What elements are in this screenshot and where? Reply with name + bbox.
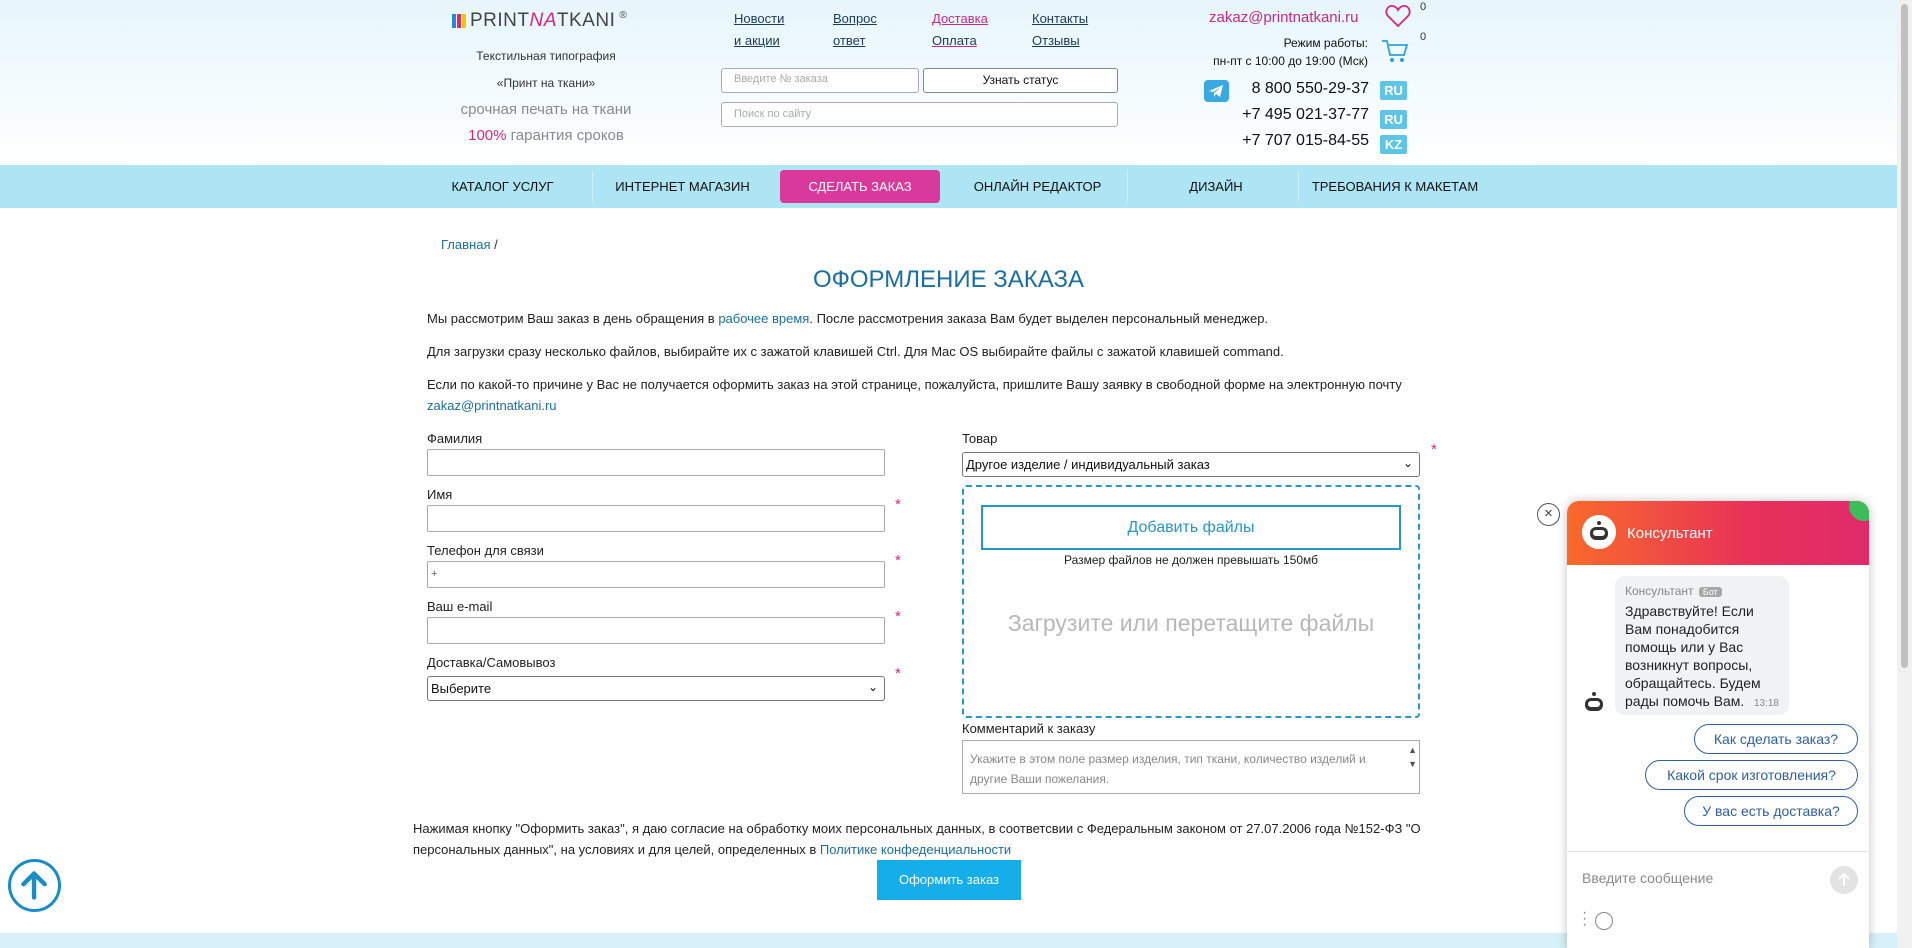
required-marker: * [895,608,901,625]
check-status-button[interactable]: Узнать статус [923,68,1118,93]
site-header: PRINT NA TKANI ® Текстильная типография «Пр… [0,0,1897,165]
send-icon[interactable] [1830,866,1858,894]
topnav-news[interactable]: Новости и акции [734,8,784,52]
email-input[interactable] [427,617,885,644]
delivery-select[interactable]: Выберите ⌄ [427,676,885,701]
surname-input[interactable] [427,449,885,476]
breadcrumb-home-link[interactable]: Главная [441,237,490,252]
logo-color-bars [452,14,467,28]
nav-divider [1127,171,1128,202]
flag-ru-badge: RU [1380,110,1407,129]
phone-3[interactable]: +7 707 015-84-55 [1232,132,1369,150]
message-time: 13:18 [1753,698,1779,709]
chat-input-area: Введите сообщение · · · [1567,851,1869,948]
wishlist-count: 0 [1420,1,1427,13]
chat-header: Консультант [1567,501,1869,565]
work-hours: Режим работы: пн-пт с 10:00 до 19:00 (Мск… [1213,36,1368,68]
chevron-down-icon: ⌄ [1402,456,1413,470]
breadcrumb: Главная / [441,237,498,252]
scroll-to-top-icon[interactable] [8,859,61,912]
submit-order-button[interactable]: Оформить заказ [877,860,1021,900]
flag-kz-badge: KZ [1380,135,1407,154]
add-files-button[interactable]: Добавить файлы [981,505,1401,550]
surname-label: Фамилия [427,431,483,446]
phone-1[interactable]: 8 800 550-29-37 [1232,80,1369,98]
topnav-faq[interactable]: Вопрос ответ [833,8,877,52]
chat-close-button[interactable]: × [1537,503,1560,526]
chat-title: Консультант [1627,525,1713,542]
file-size-note: Размер файлов не должен превышать 150мб [1063,553,1319,567]
order-email-link[interactable]: zakaz@printnatkani.ru [427,398,557,413]
order-number-input[interactable]: Введите № заказа [721,68,919,93]
chat-message-input[interactable]: Введите сообщение [1582,870,1713,886]
more-options-icon[interactable]: · · · [1582,905,1587,933]
delivery-label: Доставка/Самовывоз [427,655,556,670]
product-select[interactable]: Другое изделие / индивидуальный заказ ⌄ [962,452,1420,477]
phone-label: Телефон для связи [427,543,544,558]
flag-ru-badge: RU [1380,81,1407,100]
nav-layout-requirements[interactable]: ТРЕБОВАНИЯ К МАКЕТАМ [1305,165,1485,208]
site-logo[interactable]: PRINT NA TKANI ® [452,10,627,32]
privacy-policy-link[interactable]: Политике конфеденциальности [820,842,1011,857]
page-scrollbar[interactable] [1897,0,1912,948]
nav-design[interactable]: ДИЗАЙН [1140,165,1292,208]
working-hours-link[interactable]: рабочее время [718,311,809,326]
required-marker: * [1431,441,1437,458]
header-email-link[interactable]: zakaz@printnatkani.ru [1209,9,1358,26]
dropzone-hint: Загрузите или перетащите файлы [1007,610,1375,636]
required-marker: * [895,496,901,513]
scrollbar-thumb[interactable] [1901,4,1908,668]
telegram-icon[interactable] [1204,80,1229,102]
cart-icon[interactable] [1381,38,1409,64]
bot-avatar-icon [1585,692,1603,711]
nav-online-shop[interactable]: ИНТЕРНЕТ МАГАЗИН [600,165,765,208]
bot-message: Консультант Бот Здравствуйте! Если Вам п… [1615,576,1789,715]
bot-badge: Бот [1698,587,1722,597]
quick-reply-how-to-order[interactable]: Как сделать заказ? [1694,724,1858,754]
tagline-typography: Текстильная типография [476,49,616,63]
quick-reply-lead-time[interactable]: Какой срок изготовления? [1645,760,1858,790]
chat-messages: Консультант Бот Здравствуйте! Если Вам п… [1567,565,1869,851]
comment-textarea[interactable]: Укажите в этом поле размер изделия, тип … [962,740,1420,794]
topnav-delivery[interactable]: Доставка Оплата [932,8,988,52]
bot-avatar-icon [1582,515,1616,549]
required-marker: * [895,552,901,569]
consent-text: Нажимая кнопку "Оформить заказ", я даю с… [413,821,1421,857]
quick-reply-delivery[interactable]: У вас есть доставка? [1684,796,1858,826]
textarea-scroll-arrows[interactable]: ▲ ▼ [1408,743,1417,771]
name-label: Имя [427,487,453,502]
nav-online-editor[interactable]: ОНЛАЙН РЕДАКТОР [955,165,1120,208]
nav-divider [1298,171,1299,202]
tagline-brand: «Принт на ткани» [496,76,596,90]
heart-icon[interactable] [1385,4,1411,28]
main-navigation: КАТАЛОГ УСЛУГ ИНТЕРНЕТ МАГАЗИН СДЕЛАТЬ З… [0,165,1897,208]
topnav-contacts[interactable]: Контакты Отзывы [1032,8,1088,52]
fallback-paragraph: Если по какой-то причине у Вас не получа… [427,377,1402,413]
tagline-urgent: срочная печать на ткани [460,101,632,118]
email-label: Ваш e-mail [427,599,493,614]
site-search-input[interactable]: Поиск по сайту [721,102,1118,127]
intro-paragraph: Мы рассмотрим Ваш заказ в день обращения… [427,311,1269,326]
required-marker: * [895,665,901,682]
chevron-down-icon: ⌄ [867,680,878,694]
product-label: Товар [962,431,998,446]
nav-make-order-button[interactable]: СДЕЛАТЬ ЗАКАЗ [780,170,940,203]
nav-divider [592,171,593,202]
phone-input[interactable]: + [427,561,885,588]
tagline-guarantee: 100% гарантия сроков [468,127,624,144]
comment-label: Комментарий к заказу [962,721,1096,736]
page-title: ОФОРМЛЕНИЕ ЗАКАЗА [812,266,1085,293]
cart-count: 0 [1420,31,1427,43]
name-input[interactable] [427,505,885,532]
emoji-icon[interactable] [1595,912,1613,930]
nav-services-catalog[interactable]: КАТАЛОГ УСЛУГ [430,165,575,208]
chat-widget: Консультант Консультант Бот Здравствуйте… [1567,501,1869,948]
online-status-dot [1849,501,1869,521]
phone-2[interactable]: +7 495 021-37-77 [1232,106,1369,124]
multi-upload-hint: Для загрузки сразу несколько файлов, выб… [427,344,1284,359]
